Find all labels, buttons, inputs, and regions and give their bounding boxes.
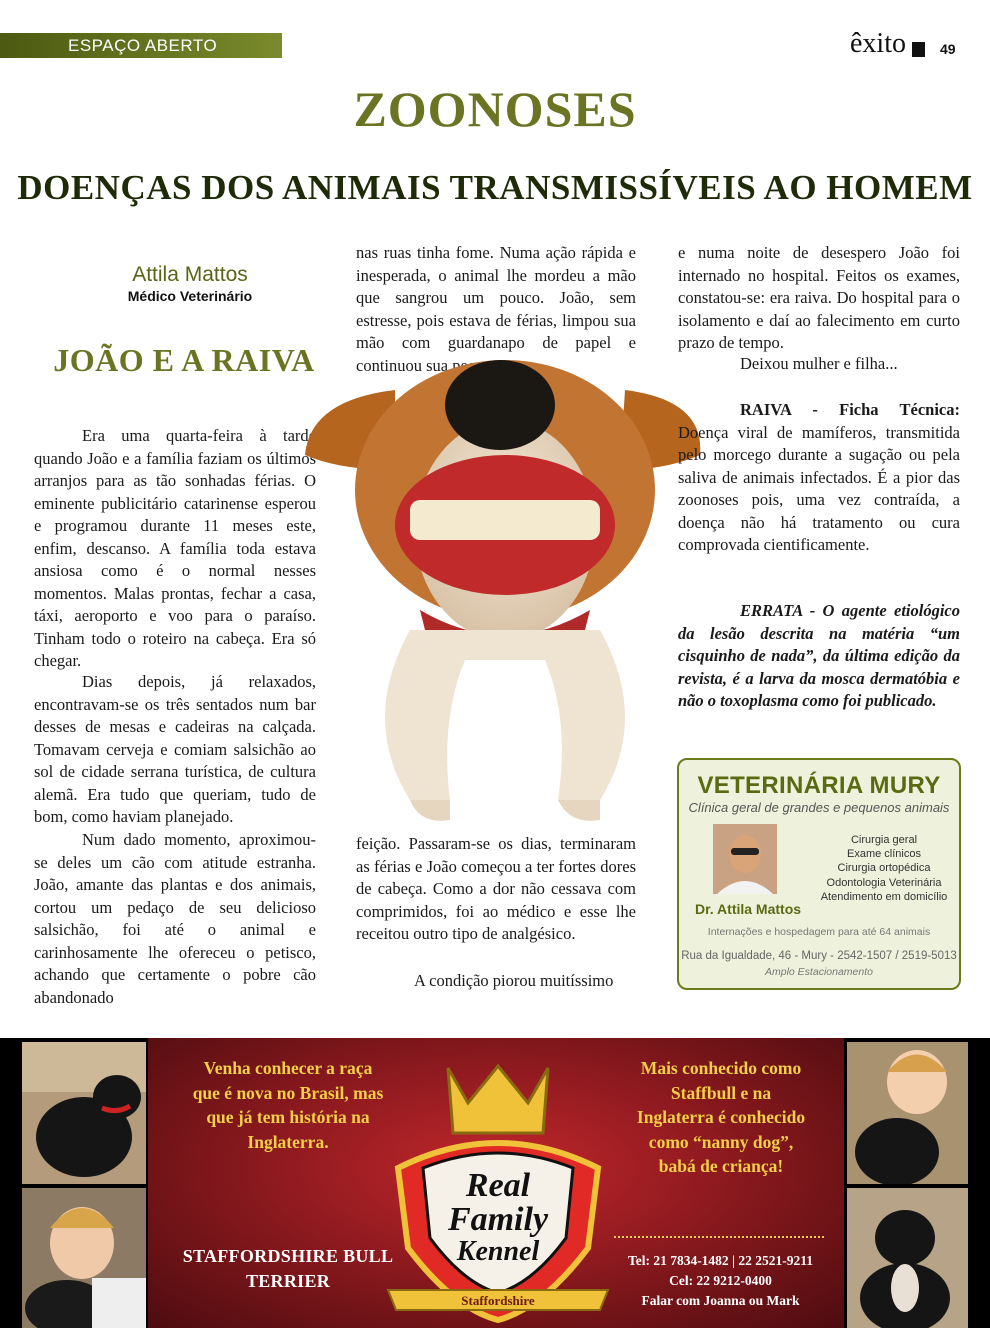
logo-line-3: Kennel xyxy=(456,1236,540,1267)
kennel-ad-panel: Venha conhecer a raça que é nova no Bras… xyxy=(148,1038,844,1328)
paragraph-7: Deixou mulher e filha... xyxy=(740,354,898,373)
vet-service: Atendimento em domicílio xyxy=(820,890,948,903)
section-bar: ESPAÇO ABERTO xyxy=(0,33,282,58)
logo-line-1: Real xyxy=(465,1167,531,1204)
dog-photo-black xyxy=(22,1042,146,1184)
page-title: ZOONOSES xyxy=(353,81,637,137)
kennel-contact-person: Falar com Joanna ou Mark xyxy=(641,1293,800,1308)
vet-service: Exame clínicos xyxy=(847,848,921,861)
magazine-logo-mark xyxy=(912,42,925,57)
paragraph-6: e numa noite de desespero João foi inter… xyxy=(678,243,960,352)
vet-parking: Amplo Estacionamento xyxy=(765,966,873,978)
paragraph-3: Num dado momento, aproximou-se deles um … xyxy=(34,830,316,1007)
vet-note: Internações e hospedagem para até 64 ani… xyxy=(707,926,931,938)
kennel-ad-breed: STAFFORDSHIRE BULL TERRIER xyxy=(182,1246,394,1291)
vet-ad[interactable]: VETERINÁRIA MURY Clínica geral de grande… xyxy=(677,758,961,990)
ficha-text: Doença viral de mamíferos, transmitida p… xyxy=(678,422,960,555)
kennel-ad[interactable]: Venha conhecer a raça que é nova no Bras… xyxy=(0,1038,990,1328)
kennel-ad-contact: Tel: 21 7834-1482 | 22 2521-9211 Cel: 22… xyxy=(588,1251,853,1311)
page-subtitle: DOENÇAS DOS ANIMAIS TRANSMISSÍVEIS AO HO… xyxy=(17,168,973,207)
author-name: Attila Mattos xyxy=(132,263,248,286)
vet-doctor-photo xyxy=(713,824,777,894)
ficha-label: RAIVA - Ficha Técnica: xyxy=(740,400,960,419)
kennel-tel: Tel: 21 7834-1482 | 22 2521-9211 xyxy=(627,1253,814,1268)
dog-photo-seated xyxy=(847,1188,968,1328)
paragraph-1: Era uma quarta-feira à tarde quando João… xyxy=(34,425,316,670)
baby-with-puppy-photo xyxy=(22,1188,146,1328)
section-label: ESPAÇO ABERTO xyxy=(68,36,218,55)
vet-doctor-name: Dr. Attila Mattos xyxy=(695,901,802,917)
kennel-cel: Cel: 22 9212-0400 xyxy=(669,1273,772,1288)
child-with-dog-photo xyxy=(847,1042,968,1184)
real-family-kennel-logo: Real Family Kennel Staffordshire xyxy=(386,1063,610,1324)
vet-address: Rua da Igualdade, 46 - Mury - 2542-1507 … xyxy=(681,950,957,962)
paragraph-5: A condição piorou muitíssimo xyxy=(414,971,614,990)
ficha-tecnica: RAIVA - Ficha Técnica: Doença viral de m… xyxy=(678,399,960,557)
author-block: Attila Mattos Médico Veterinário xyxy=(90,263,290,304)
magazine-logo: êxito xyxy=(850,28,906,59)
article-heading: JOÃO E A RAIVA xyxy=(53,342,315,378)
vet-ad-title: VETERINÁRIA MURY xyxy=(697,772,941,799)
crown-icon xyxy=(446,1063,550,1135)
vet-service: Cirurgia ortopédica xyxy=(837,862,931,875)
kennel-ad-left-text: Venha conhecer a raça que é nova no Bras… xyxy=(192,1058,384,1152)
angry-dog-illustration xyxy=(305,360,701,821)
paragraph-1-text: Era uma quarta-feira à tarde quando João… xyxy=(34,426,316,670)
errata-text: O agente etiológico da lesão descrita na… xyxy=(678,601,960,710)
vet-services-list: Cirurgia geral Exame clínicos Cirurgia o… xyxy=(809,833,959,904)
dotted-divider xyxy=(614,1236,824,1238)
vet-ad-subtitle: Clínica geral de grandes e pequenos anim… xyxy=(688,800,950,815)
paragraph-2: Dias depois, já relaxados, encontravam-s… xyxy=(34,672,316,826)
vet-service: Odontologia Veterinária xyxy=(826,876,942,889)
kennel-ad-right-text: Mais conhecido como Staffbull e na Ingla… xyxy=(636,1058,806,1176)
paragraph-4-top: nas ruas tinha fome. Numa ação rápida e … xyxy=(356,243,636,375)
vet-service: Cirurgia geral xyxy=(850,834,918,846)
errata: ERRATA - O agente etiológico da lesão de… xyxy=(678,600,960,713)
page-number: 49 xyxy=(940,41,956,57)
logo-line-2: Family xyxy=(447,1201,549,1238)
logo-banner: Staffordshire xyxy=(461,1293,535,1308)
dog-nose xyxy=(445,360,555,450)
errata-label: ERRATA - xyxy=(740,601,816,620)
paragraph-4-bottom: feição. Passaram-se os dias, terminaram … xyxy=(356,834,636,943)
author-role: Médico Veterinário xyxy=(127,288,253,304)
